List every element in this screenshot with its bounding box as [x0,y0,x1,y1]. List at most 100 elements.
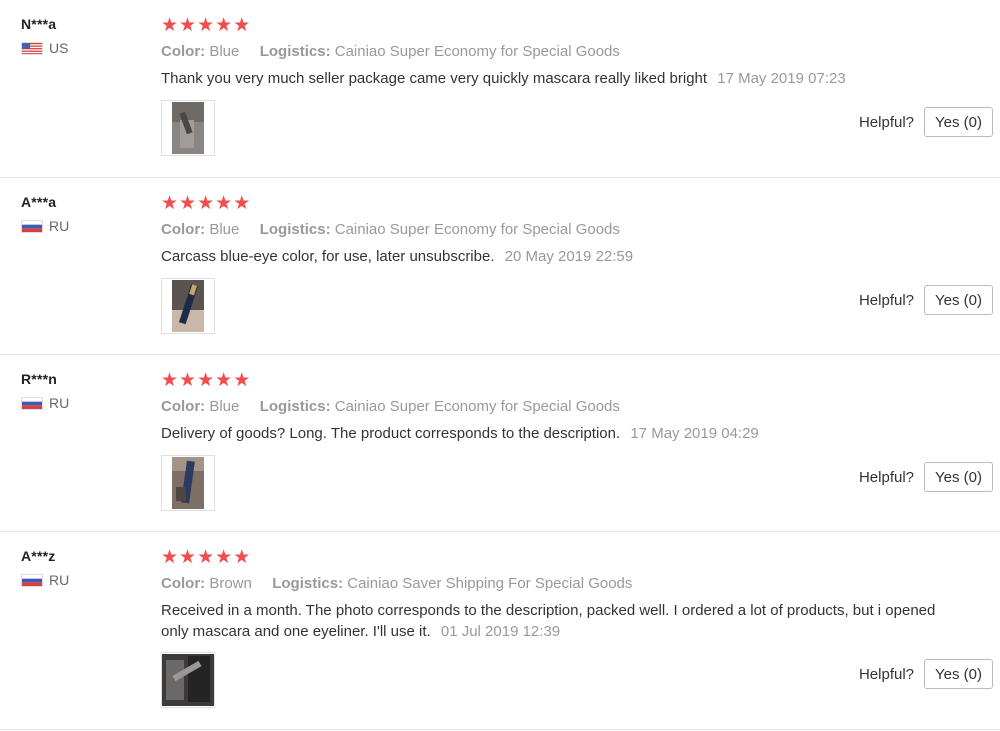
reviewer-country: RU [21,572,69,588]
star-icon: ★ [215,547,233,568]
color-label: Color: [161,398,206,415]
star-icon: ★ [161,370,179,391]
helpful-yes-button[interactable]: Yes (0) [924,107,993,137]
order-meta: Color: Blue Logistics: Cainiao Super Eco… [161,398,960,415]
review-photo[interactable] [161,652,215,708]
logistics-value: Cainiao Super Economy for Special Goods [334,43,620,60]
review-date: 01 Jul 2019 12:39 [440,623,561,640]
star-icon: ★ [215,370,233,391]
review-text: Carcass blue-eye color, for use, later u… [161,246,960,267]
star-rating: ★★★★★ [161,548,960,568]
review-date: 20 May 2019 22:59 [504,248,634,265]
ru-flag-icon [21,219,43,233]
helpful-section: Helpful? Yes (0) [859,285,993,315]
review-item: A***a RU ★★★★★ Color: Blue Logistics: Ca… [0,178,1000,355]
us-flag-icon [21,41,43,55]
color-value: Blue [209,221,240,238]
star-icon: ★ [197,370,215,391]
review-photo[interactable] [161,455,215,511]
color-value: Blue [209,398,240,415]
logistics-label: Logistics: [259,43,331,60]
reviewer-name: R***n [21,371,58,387]
reviewer-name: A***a [21,194,57,210]
ru-flag-icon [21,396,43,410]
reviewer-info: N***a US [21,16,68,56]
review-text: Delivery of goods? Long. The product cor… [161,423,960,444]
star-icon: ★ [161,193,179,214]
color-label: Color: [161,221,206,238]
logistics-label: Logistics: [272,575,344,592]
helpful-label: Helpful? [858,665,915,683]
logistics-value: Cainiao Super Economy for Special Goods [334,221,620,238]
reviewer-name: A***z [21,548,56,564]
star-rating: ★★★★★ [161,194,960,214]
star-icon: ★ [179,547,197,568]
review-photo-image [162,654,214,706]
review-content: ★★★★★ Color: Blue Logistics: Cainiao Sup… [161,16,960,89]
review-body: Carcass blue-eye color, for use, later u… [161,248,495,265]
review-text: Received in a month. The photo correspon… [161,600,960,642]
reviewer-info: A***a RU [21,194,69,234]
star-icon: ★ [197,15,215,36]
reviewer-info: A***z RU [21,548,69,588]
star-rating: ★★★★★ [161,16,960,36]
star-icon: ★ [179,15,197,36]
country-code: US [49,40,69,56]
reviewer-country: RU [21,218,69,234]
logistics-value: Cainiao Saver Shipping For Special Goods [347,575,633,592]
review-text: Thank you very much seller package came … [161,68,960,89]
country-code: RU [49,395,70,411]
star-icon: ★ [233,193,251,214]
star-icon: ★ [233,15,251,36]
star-icon: ★ [161,547,179,568]
order-meta: Color: Blue Logistics: Cainiao Super Eco… [161,221,960,238]
star-icon: ★ [197,193,215,214]
review-body: Thank you very much seller package came … [161,70,708,87]
reviewer-country: RU [21,395,69,411]
star-icon: ★ [215,15,233,36]
color-value: Brown [209,575,252,592]
ru-flag-icon [21,573,43,587]
helpful-yes-button[interactable]: Yes (0) [924,462,993,492]
order-meta: Color: Brown Logistics: Cainiao Saver Sh… [161,575,960,592]
review-item: A***z RU ★★★★★ Color: Brown Logistics: C… [0,532,1000,730]
reviewer-info: R***n RU [21,371,69,411]
review-photo-image [172,102,204,154]
review-date: 17 May 2019 07:23 [717,70,846,87]
color-label: Color: [161,43,206,60]
star-icon: ★ [179,193,197,214]
star-icon: ★ [233,370,251,391]
review-list: N***a US ★★★★★ Color: Blue Logistics: Ca… [0,0,1000,731]
star-icon: ★ [179,370,197,391]
review-item: R***n RU ★★★★★ Color: Blue Logistics: Ca… [0,355,1000,532]
order-meta: Color: Blue Logistics: Cainiao Super Eco… [161,43,960,60]
reviewer-name: N***a [21,16,57,32]
helpful-yes-button[interactable]: Yes (0) [924,659,993,689]
star-icon: ★ [161,15,179,36]
star-icon: ★ [233,547,251,568]
review-photo[interactable] [161,100,215,156]
helpful-section: Helpful? Yes (0) [859,107,993,137]
logistics-label: Logistics: [259,398,331,415]
review-item: N***a US ★★★★★ Color: Blue Logistics: Ca… [0,0,1000,178]
star-rating: ★★★★★ [161,371,960,391]
country-code: RU [49,218,70,234]
color-value: Blue [209,43,240,60]
review-photo-image [172,280,204,332]
star-icon: ★ [197,547,215,568]
review-date: 17 May 2019 04:29 [630,425,759,442]
review-photo[interactable] [161,278,215,334]
reviewer-country: US [21,40,68,56]
country-code: RU [49,572,70,588]
helpful-label: Helpful? [858,468,915,486]
review-content: ★★★★★ Color: Brown Logistics: Cainiao Sa… [161,548,960,642]
helpful-label: Helpful? [858,291,915,309]
helpful-yes-button[interactable]: Yes (0) [924,285,993,315]
review-content: ★★★★★ Color: Blue Logistics: Cainiao Sup… [161,371,960,444]
helpful-label: Helpful? [858,113,915,131]
review-content: ★★★★★ Color: Blue Logistics: Cainiao Sup… [161,194,960,267]
helpful-section: Helpful? Yes (0) [859,462,993,492]
color-label: Color: [161,575,206,592]
logistics-value: Cainiao Super Economy for Special Goods [334,398,620,415]
helpful-section: Helpful? Yes (0) [859,659,993,689]
